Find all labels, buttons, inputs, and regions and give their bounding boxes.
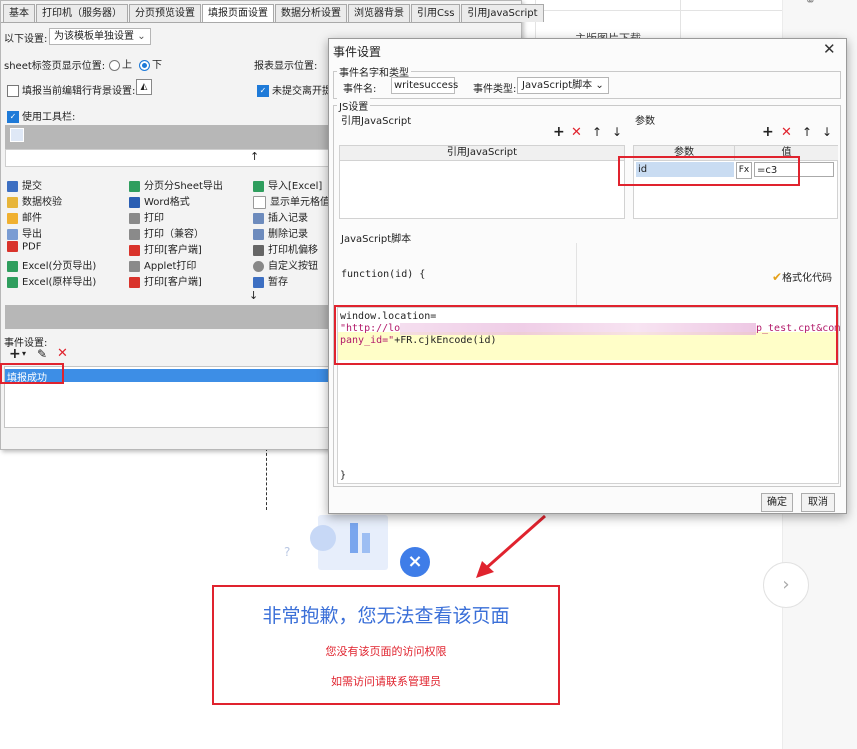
add-ref-js-icon[interactable]: + — [553, 124, 565, 140]
add-event-icon[interactable]: + — [9, 346, 21, 362]
toolbar-item-printer-offset[interactable]: 打印机偏移 — [253, 241, 318, 256]
toolbar-item-custom-button[interactable]: 自定义按钮 — [253, 257, 318, 272]
toolbar-item-applet-print[interactable]: Applet打印 — [129, 257, 196, 272]
event-type-label: 事件类型: — [473, 84, 517, 95]
cancel-button[interactable]: 取消 — [801, 493, 835, 512]
toolbar-item-validate[interactable]: 数据校验 — [7, 193, 62, 208]
move-up-ref-js-icon[interactable]: ↑ — [592, 125, 602, 139]
params-label: 参数 — [635, 116, 655, 127]
toolbar-item-email[interactable]: 邮件 — [7, 209, 42, 224]
tab-browser-bg[interactable]: 浏览器背景 — [348, 4, 410, 22]
toolbar-item-delete-record[interactable]: 删除记录 — [253, 225, 308, 240]
error-message-1: 您没有该页面的访问权限 — [325, 645, 447, 658]
toolbar-item-save-draft[interactable]: 暂存 — [253, 273, 288, 288]
edit-pencil-icon[interactable]: ✎ — [37, 347, 47, 361]
error-x-icon: × — [400, 547, 430, 577]
sheet-tab-bottom-radio[interactable]: 下 — [137, 56, 162, 71]
ref-js-header: 引用JavaScript — [340, 146, 624, 161]
delete-event-icon[interactable]: ✕ — [57, 346, 68, 361]
error-message-2: 如需访问请联系管理员 — [331, 675, 441, 688]
event-settings-dialog: 事件设置 ✕ 事件名字和类型 事件名: writesuccess 事件类型: J… — [328, 38, 847, 514]
tab-data-analysis[interactable]: 数据分析设置 — [275, 4, 347, 22]
sheet-tab-position-label: sheet标签页显示位置: — [4, 61, 106, 72]
ref-js-label: 引用JavaScript — [341, 116, 412, 127]
template-setting-select[interactable]: 为该模板单独设置 ⌄ — [49, 28, 151, 45]
dialog-title: 事件设置 — [333, 45, 382, 59]
closing-brace: } — [340, 470, 347, 481]
brush-icon: ✔ — [772, 270, 783, 284]
red-arrow-annotation — [476, 514, 546, 578]
toolbar-item-import-excel[interactable]: 导入[Excel] — [253, 177, 322, 192]
close-icon[interactable]: ✕ — [823, 40, 836, 58]
js-settings-legend: JS设置 — [337, 98, 371, 113]
toolbar-preview-bottom — [5, 305, 331, 329]
settings-tabbar: 基本 打印机（服务器） 分页预览设置 填报页面设置 数据分析设置 浏览器背景 引… — [3, 4, 545, 23]
format-code-button[interactable]: ✔格式化代码 — [772, 269, 832, 284]
toolbar-item-sheet-export[interactable]: 分页分Sheet导出 — [129, 177, 223, 192]
param-highlight — [618, 156, 800, 186]
add-dropdown-chevron-icon[interactable]: ▾ — [22, 349, 26, 358]
toolbar-buttons-list: 提交 数据校验 邮件 导出 PDF Excel(分页导出) Excel(原样导出… — [5, 171, 331, 291]
toolbar-item-submit[interactable]: 提交 — [7, 177, 42, 192]
error-title: 非常抱歉，您无法查看该页面 — [262, 605, 510, 627]
event-name-label: 事件名: — [343, 84, 377, 95]
next-page-button[interactable]: › — [763, 562, 809, 608]
ok-button[interactable]: 确定 — [761, 493, 793, 512]
access-denied-box: 非常抱歉，您无法查看该页面 您没有该页面的访问权限 如需访问请联系管理员 — [212, 585, 560, 705]
tab-css[interactable]: 引用Css — [411, 4, 461, 22]
toolbar-item-pdf[interactable]: PDF — [7, 241, 41, 253]
template-setting-label: 以下设置: — [4, 34, 48, 45]
toolbar-item-insert-record[interactable]: 插入记录 — [253, 209, 308, 224]
floppy-icon — [10, 128, 24, 142]
toolbar-item-show-cell-value[interactable]: 显示单元格值 — [253, 193, 330, 209]
event-type-select[interactable]: JavaScript脚本 ⌄ — [517, 77, 609, 94]
move-up-param-icon[interactable]: ↑ — [802, 125, 812, 139]
function-signature: function(id) { — [341, 269, 426, 280]
toolbar-item-print-client-2[interactable]: 打印[客户端] — [129, 273, 202, 288]
add-param-icon[interactable]: + — [762, 124, 774, 140]
tab-page-preview[interactable]: 分页预览设置 — [129, 4, 201, 22]
chevron-down-icon: ⌄ — [137, 31, 146, 42]
tab-javascript[interactable]: 引用JavaScript — [461, 4, 544, 22]
page-break-line — [266, 448, 267, 510]
no-access-illustration: × ? — [270, 515, 440, 585]
event-item-highlight — [0, 363, 64, 384]
arrow-down-icon[interactable]: ↓ — [249, 289, 258, 302]
move-down-param-icon[interactable]: ↓ — [822, 125, 832, 139]
toolbar-item-export[interactable]: 导出 — [7, 225, 42, 240]
paint-bucket-icon[interactable]: ◭ — [136, 79, 152, 95]
toolbar-move-up-row: ↑ — [5, 149, 333, 167]
move-down-ref-js-icon[interactable]: ↓ — [612, 125, 622, 139]
toolbar-move-down-row: ↓ — [5, 289, 331, 304]
unsubmitted-leave-checkbox[interactable]: ✓ 未提交离开提 — [257, 82, 332, 97]
arrow-up-icon[interactable]: ↑ — [250, 150, 259, 163]
code-highlight — [334, 305, 838, 365]
tab-printer[interactable]: 打印机（服务器） — [36, 4, 128, 22]
toolbar-item-excel-original[interactable]: Excel(原样导出) — [7, 273, 96, 288]
tab-fill-page[interactable]: 填报页面设置 — [202, 4, 274, 23]
delete-ref-js-icon[interactable]: ✕ — [571, 125, 582, 140]
use-toolbar-checkbox[interactable]: ✓ 使用工具栏: — [7, 108, 75, 123]
toolbar-item-print[interactable]: 打印 — [129, 209, 164, 224]
report-position-label: 报表显示位置: — [254, 61, 318, 72]
delete-param-icon[interactable]: ✕ — [781, 125, 792, 140]
sheet-tab-top-radio[interactable]: 上 — [107, 56, 132, 71]
toolbar-item-print-compat[interactable]: 打印（兼容） — [129, 225, 204, 240]
edit-row-bg-checkbox[interactable]: 填报当前编辑行背景设置: — [7, 82, 135, 97]
toolbar-item-excel-paged[interactable]: Excel(分页导出) — [7, 257, 96, 272]
toolbar-item-word[interactable]: Word格式 — [129, 193, 190, 208]
event-name-input[interactable]: writesuccess — [391, 77, 458, 94]
toolbar-preview-top — [5, 125, 331, 149]
ref-js-table: 引用JavaScript — [339, 145, 625, 219]
script-signature-area: function(id) { — [339, 243, 577, 311]
tab-basic[interactable]: 基本 — [3, 4, 35, 22]
chevron-down-icon: ⌄ — [595, 80, 604, 91]
toolbar-item-print-client[interactable]: 打印[客户端] — [129, 241, 202, 256]
link-icon[interactable]: ⚭ — [805, 0, 816, 9]
